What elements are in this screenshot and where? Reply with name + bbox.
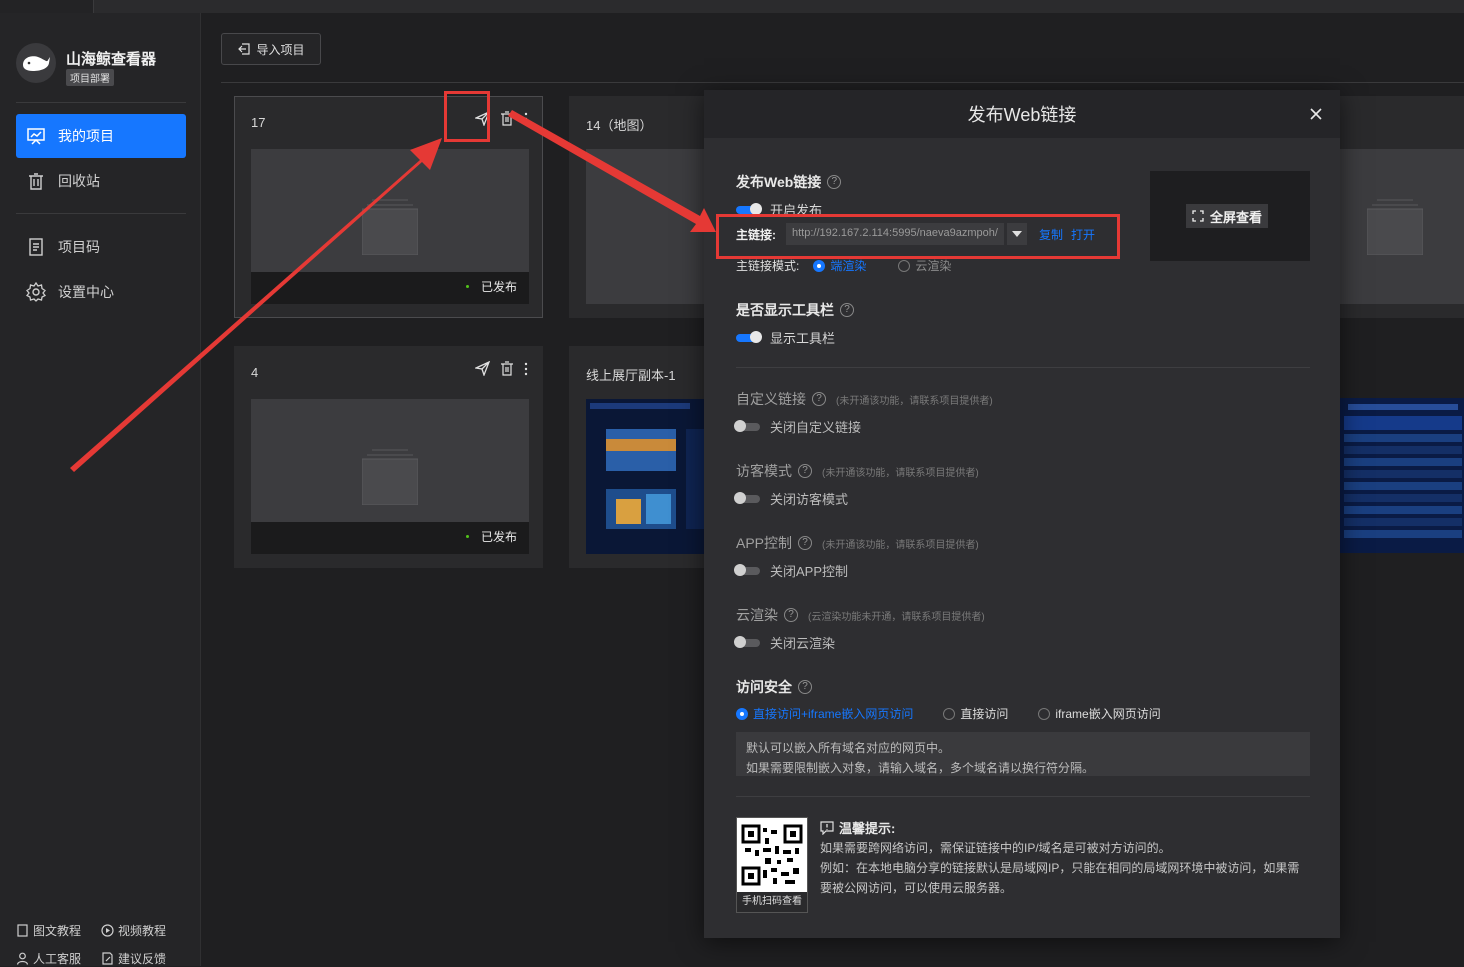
annotation-arrow-up bbox=[70, 138, 442, 472]
annotation-arrow-right bbox=[508, 110, 716, 232]
annotation-arrows bbox=[0, 0, 1464, 966]
